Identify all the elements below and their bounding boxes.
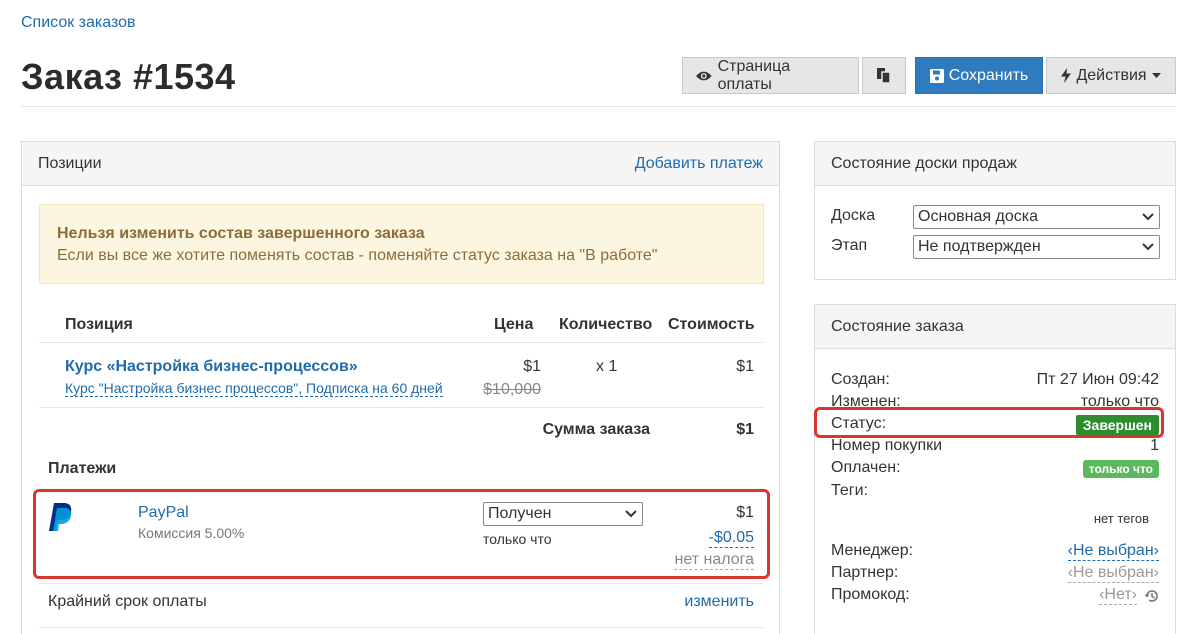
payment-page-label: Страница оплаты [717, 57, 791, 93]
chevron-down-icon [1142, 213, 1154, 221]
positions-panel: Позиции Добавить платеж Нельзя изменить … [21, 141, 780, 634]
sales-board-header: Состояние доски продаж [815, 142, 1175, 186]
add-payment-link[interactable]: Добавить платеж [635, 155, 763, 173]
floppy-disk-icon [929, 68, 944, 83]
save-label: Сохранить [948, 66, 1029, 84]
tags-label: Теги: [831, 482, 868, 499]
payments-divider [39, 583, 764, 584]
table-divider [39, 342, 764, 343]
item-price: $1 [523, 358, 541, 375]
item-subtitle-link[interactable]: Курс "Настройка бизнес процессов", Подпи… [65, 380, 443, 397]
deadline-divider [39, 627, 764, 628]
item-cost: $1 [736, 358, 754, 375]
sales-board-title: Состояние доски продаж [831, 154, 1017, 172]
purchase-number-label: Номер покупки [831, 437, 943, 454]
partner-value: Не выбран [1072, 564, 1154, 581]
promo-value: Нет [1104, 586, 1132, 603]
total-value: $1 [736, 421, 754, 438]
manager-label: Менеджер: [831, 542, 914, 559]
tags-value[interactable]: нет тегов [1094, 511, 1149, 526]
item-qty: x 1 [596, 358, 618, 375]
order-state-panel: Состояние заказа Создан: Пт 27 Июн 09:42… [814, 304, 1176, 634]
item-old-price: $10,000 [483, 381, 541, 398]
column-item: Позиция [65, 316, 133, 333]
positions-header: Позиции Добавить платеж [22, 142, 779, 186]
caret-down-icon [1151, 73, 1161, 78]
created-value: Пт 27 Июн 09:42 [1036, 371, 1159, 388]
warning-title: Нельзя изменить состав завершенного зака… [57, 225, 425, 242]
title-divider [21, 106, 1176, 107]
warning-alert: Нельзя изменить состав завершенного зака… [39, 204, 764, 284]
payment-highlight-box [33, 489, 770, 579]
save-button[interactable]: Сохранить [915, 57, 1043, 94]
promo-select-link[interactable]: ‹Нет› [1099, 586, 1137, 605]
payments-heading: Платежи [48, 460, 117, 477]
partner-select-link[interactable]: ‹Не выбран› [1067, 564, 1159, 583]
order-state-title: Состояние заказа [831, 317, 964, 335]
eye-icon [695, 71, 712, 80]
total-label: Сумма заказа [542, 421, 650, 438]
paid-label: Оплачен: [831, 459, 901, 476]
paid-badge: только что [1082, 460, 1159, 478]
page-title: Заказ #1534 [21, 56, 236, 97]
column-cost: Стоимость [668, 316, 755, 333]
stage-select-value: Не подтвержден [918, 238, 1041, 255]
status-highlight-box [814, 407, 1164, 438]
deadline-label: Крайний срок оплаты [48, 593, 207, 610]
deadline-change-link[interactable]: изменить [684, 593, 754, 611]
row-divider [39, 407, 764, 408]
column-price: Цена [494, 316, 534, 333]
manager-select-link[interactable]: ‹Не выбран› [1067, 542, 1159, 561]
sales-board-panel: Состояние доски продаж Доска Основная до… [814, 141, 1176, 280]
copy-icon [877, 68, 891, 84]
stage-select[interactable]: Не подтвержден [913, 235, 1160, 259]
payment-page-button[interactable]: Страница оплаты [682, 57, 859, 94]
warning-text: Если вы все же хотите поменять состав - … [57, 247, 658, 264]
copy-button[interactable] [862, 57, 906, 94]
promo-label: Промокод: [831, 586, 910, 603]
positions-title: Позиции [38, 154, 102, 172]
partner-label: Партнер: [831, 564, 899, 581]
purchase-number-value: 1 [1150, 437, 1159, 454]
lightning-icon [1061, 68, 1072, 83]
manager-value: Не выбран [1072, 542, 1154, 559]
actions-dropdown-button[interactable]: Действия [1046, 57, 1176, 94]
item-name-link[interactable]: Курс «Настройка бизнес-процессов» [65, 358, 358, 376]
actions-label: Действия [1076, 66, 1147, 84]
created-label: Создан: [831, 371, 890, 388]
chevron-down-icon [1142, 243, 1154, 251]
breadcrumb-orders-list[interactable]: Список заказов [21, 14, 136, 32]
stage-label: Этап [831, 237, 868, 254]
toolbar: Страница оплаты Сохранить Действия [682, 57, 1176, 94]
history-icon[interactable] [1144, 589, 1159, 603]
board-label: Доска [831, 207, 876, 224]
board-select-value: Основная доска [918, 208, 1039, 225]
board-select[interactable]: Основная доска [913, 205, 1160, 229]
order-state-header: Состояние заказа [815, 305, 1175, 349]
column-qty: Количество [559, 316, 653, 333]
